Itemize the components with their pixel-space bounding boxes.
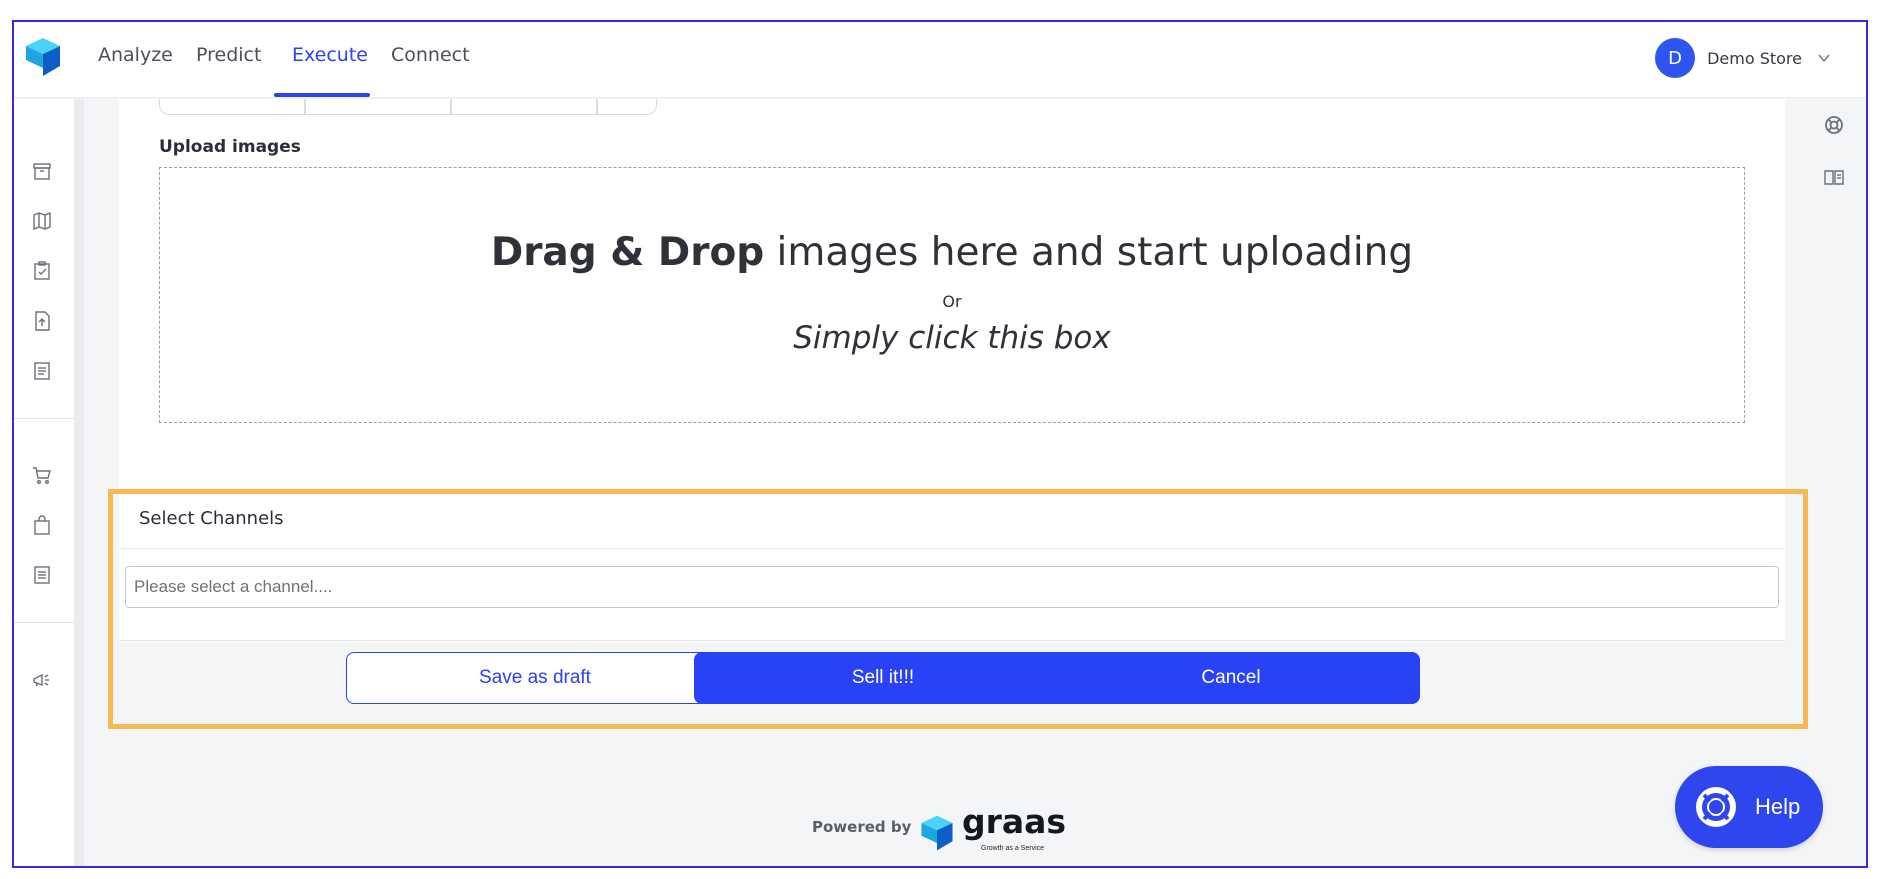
cart-icon[interactable]	[30, 463, 54, 487]
graas-logo-icon	[921, 815, 953, 851]
top-navigation-bar: Analyze Predict Execute Connect D Demo S…	[14, 22, 1866, 98]
right-rail	[1800, 99, 1866, 866]
upload-card: Upload images Drag & Drop images here an…	[119, 99, 1785, 489]
tab-stub[interactable]	[597, 99, 657, 115]
dropzone-click-text: Simply click this box	[793, 320, 1111, 356]
graas-tagline: Growth as a Service	[981, 845, 1045, 852]
graas-logo-icon[interactable]	[22, 34, 64, 80]
nav-connect[interactable]: Connect	[391, 44, 470, 66]
nav-execute[interactable]: Execute	[292, 44, 368, 66]
image-dropzone[interactable]: Drag & Drop images here and start upload…	[159, 167, 1745, 423]
chevron-down-icon	[1818, 54, 1830, 63]
archive-icon[interactable]	[30, 159, 54, 183]
powered-by-label: Powered by	[812, 818, 912, 836]
user-name: Demo Store	[1707, 48, 1802, 68]
nav-predict[interactable]: Predict	[196, 44, 261, 66]
book-icon[interactable]	[1822, 165, 1846, 189]
clipboard-check-icon[interactable]	[30, 259, 54, 283]
left-sidebar	[14, 99, 74, 866]
user-menu[interactable]: D Demo Store	[1655, 38, 1830, 78]
sidebar-scroll-track	[74, 99, 84, 866]
sidebar-divider	[14, 622, 74, 623]
tab-stub[interactable]	[451, 99, 597, 115]
tab-stub[interactable]	[305, 99, 451, 115]
active-tab-indicator	[274, 93, 370, 97]
tab-stub[interactable]	[159, 99, 305, 115]
sidebar-divider	[14, 418, 74, 419]
map-icon[interactable]	[30, 209, 54, 233]
avatar: D	[1655, 38, 1696, 78]
app-window: Analyze Predict Execute Connect D Demo S…	[12, 20, 1868, 868]
dropzone-title-bold: Drag & Drop	[490, 230, 765, 275]
shopping-bag-icon[interactable]	[30, 513, 54, 537]
document-lines-icon[interactable]	[30, 563, 54, 587]
document-list-icon[interactable]	[30, 359, 54, 383]
lifebuoy-icon[interactable]	[1822, 113, 1846, 137]
file-upload-icon[interactable]	[30, 309, 54, 333]
dropzone-title-rest: images here and start uploading	[764, 230, 1414, 275]
dropzone-or: Or	[942, 292, 962, 311]
megaphone-icon[interactable]	[30, 669, 54, 693]
nav-analyze[interactable]: Analyze	[98, 44, 173, 66]
upload-images-label: Upload images	[159, 137, 301, 157]
lifebuoy-icon	[1696, 787, 1736, 827]
graas-wordmark: graas	[962, 802, 1067, 841]
dropzone-title: Drag & Drop images here and start upload…	[160, 230, 1744, 275]
tab-stubs	[159, 99, 657, 115]
highlight-box	[108, 489, 1808, 729]
help-label: Help	[1755, 794, 1801, 819]
help-button[interactable]: Help	[1675, 766, 1823, 848]
